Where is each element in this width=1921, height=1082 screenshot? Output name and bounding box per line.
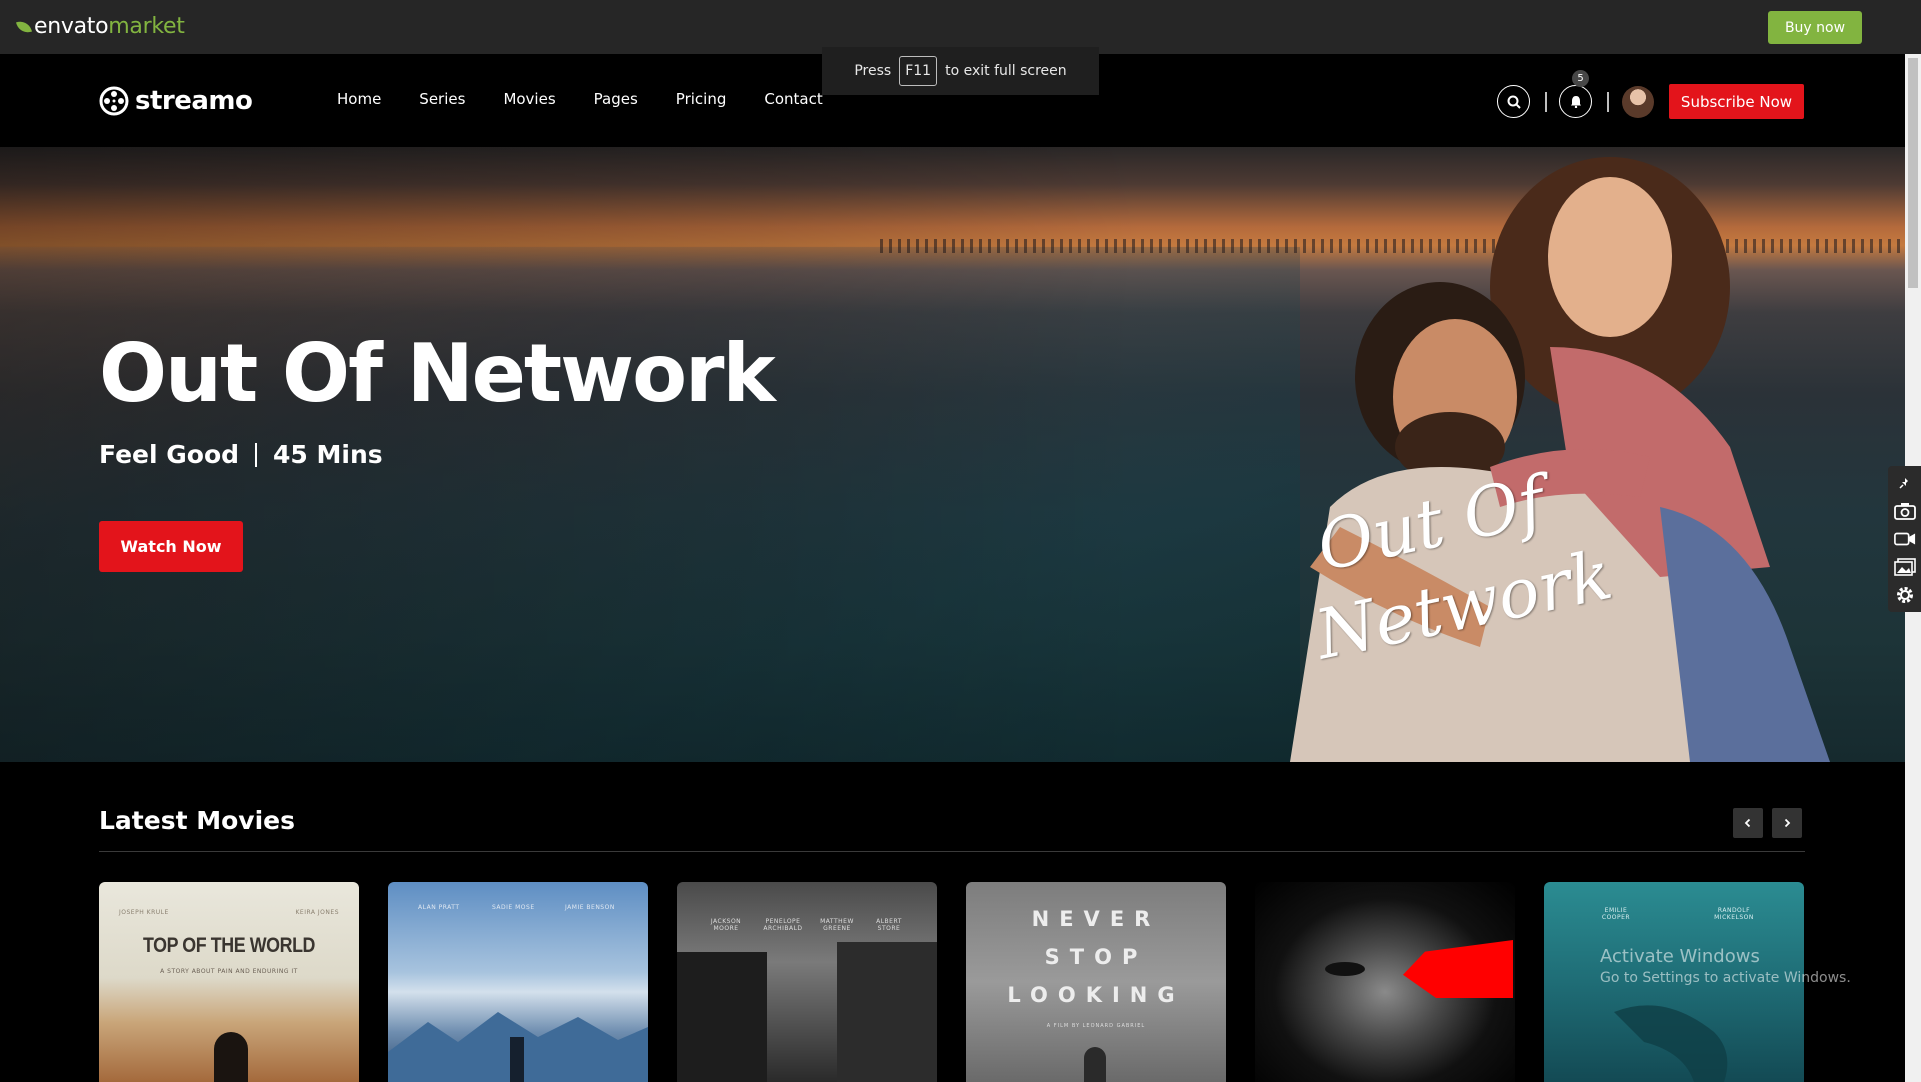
carousel-next-button[interactable]: [1772, 808, 1802, 838]
gallery-icon: [1893, 558, 1916, 576]
toast-rest-text: to exit full screen: [945, 63, 1067, 79]
chevron-left-icon: [1744, 818, 1751, 828]
nav-series[interactable]: Series: [419, 90, 465, 108]
card-building: [837, 942, 937, 1082]
watermark-line2: Go to Settings to activate Windows.: [1600, 970, 1851, 986]
movie-card[interactable]: NEVER STOP LOOKING A FILM BY LEONARD GAB…: [966, 882, 1226, 1082]
card-credit: PENELOPE ARCHIBALD: [763, 918, 803, 932]
card-eye: [1325, 962, 1365, 976]
search-icon: [1507, 95, 1521, 109]
brand-name: streamo: [135, 86, 253, 116]
nav-links: Home Series Movies Pages Pricing Contact: [337, 90, 861, 108]
card-credit: JAMIE BENSON: [565, 904, 615, 911]
latest-movies-heading: Latest Movies: [99, 806, 295, 835]
settings-tool[interactable]: [1894, 584, 1916, 606]
nav-contact[interactable]: Contact: [764, 90, 822, 108]
envato-leaf-icon: [15, 17, 33, 36]
hero-meta-separator: [255, 442, 258, 467]
camera-icon: [1893, 503, 1916, 520]
card-mountains: [388, 1012, 648, 1082]
movie-card[interactable]: ALAN PRATT SADIE MOSE JAMIE BENSON: [388, 882, 648, 1082]
hero-banner: Out Of Network Feel Good 45 Mins Watch N…: [0, 147, 1905, 762]
windows-activation-watermark: Activate Windows Go to Settings to activ…: [1600, 946, 1851, 986]
card-title-line: NEVER: [1031, 907, 1161, 931]
envato-logo[interactable]: envato market: [15, 14, 185, 39]
hero-genre: Feel Good: [99, 440, 240, 469]
user-avatar[interactable]: [1622, 86, 1654, 118]
fullscreen-exit-toast: Press F11 to exit full screen: [822, 47, 1099, 95]
card-title-line: LOOKING: [1007, 983, 1185, 1007]
nav-pricing[interactable]: Pricing: [676, 90, 727, 108]
nav-pages[interactable]: Pages: [594, 90, 638, 108]
movie-card[interactable]: [1255, 882, 1515, 1082]
card-red-stroke: [1403, 940, 1513, 998]
hero-duration: 45 Mins: [273, 440, 383, 469]
hero-meta: Feel Good 45 Mins: [99, 440, 383, 469]
pin-tool[interactable]: [1894, 472, 1916, 494]
envato-logo-market: market: [108, 14, 185, 39]
card-title: TOP OF THE WORLD: [142, 934, 316, 957]
card-credit: A FILM BY LEONARD GABRIEL: [1046, 1023, 1146, 1029]
card-credit: ALAN PRATT: [418, 904, 460, 911]
nav-movies[interactable]: Movies: [503, 90, 555, 108]
card-figure: [214, 1032, 248, 1082]
toast-key: F11: [899, 56, 938, 86]
card-figure: [1084, 1047, 1106, 1082]
card-credit: JOSEPH KRULE: [119, 909, 169, 916]
card-credit: SADIE MOSE: [492, 904, 535, 911]
search-button[interactable]: [1497, 85, 1530, 118]
card-credit: ALBERT STORE: [876, 918, 902, 932]
latest-divider: [99, 851, 1805, 852]
nav-home[interactable]: Home: [337, 90, 381, 108]
watch-now-button[interactable]: Watch Now: [99, 521, 243, 572]
card-credit: RANDOLF MICKELSON: [1714, 907, 1754, 921]
card-credit: MATTHEW GREENE: [820, 918, 854, 932]
card-title-line: STOP: [1044, 945, 1148, 969]
hero-title: Out Of Network: [99, 327, 776, 420]
movie-card[interactable]: JACKSON MOORE PENELOPE ARCHIBALD MATTHEW…: [677, 882, 937, 1082]
card-subtitle: A STORY ABOUT PAIN AND ENDURING IT: [160, 968, 298, 975]
toast-press-text: Press: [854, 63, 892, 79]
gallery-tool[interactable]: [1893, 556, 1916, 578]
streamo-logo[interactable]: streamo: [99, 86, 253, 116]
bell-icon: [1570, 96, 1581, 108]
movie-card[interactable]: JOSEPH KRULE KEIRA JONES TOP OF THE WORL…: [99, 882, 359, 1082]
carousel-prev-button[interactable]: [1733, 808, 1763, 838]
buy-now-button[interactable]: Buy now: [1768, 11, 1862, 44]
nav-separator: [1607, 92, 1609, 112]
notifications-button[interactable]: [1559, 85, 1592, 118]
envato-logo-word: envato: [34, 14, 109, 39]
chevron-right-icon: [1784, 818, 1791, 828]
nav-separator: [1545, 92, 1547, 112]
card-credit: EMILIE COOPER: [1601, 907, 1631, 921]
notification-count-badge: 5: [1572, 70, 1589, 87]
video-icon: [1893, 532, 1915, 546]
card-swimmer: [1614, 1005, 1728, 1082]
screen-tools-panel: [1888, 466, 1921, 612]
card-credit: JACKSON MOORE: [710, 918, 742, 932]
record-tool[interactable]: [1893, 528, 1916, 550]
gear-icon: [1896, 587, 1913, 603]
card-building: [677, 952, 767, 1082]
screenshot-tool[interactable]: [1893, 500, 1916, 522]
film-reel-icon: [99, 86, 129, 116]
scrollbar-thumb[interactable]: [1908, 58, 1918, 288]
card-credit: KEIRA JONES: [295, 909, 339, 916]
watermark-line1: Activate Windows: [1600, 946, 1760, 967]
pin-icon: [1898, 478, 1908, 489]
envato-top-bar: envato market Buy now: [0, 0, 1921, 54]
subscribe-now-button[interactable]: Subscribe Now: [1669, 84, 1804, 119]
